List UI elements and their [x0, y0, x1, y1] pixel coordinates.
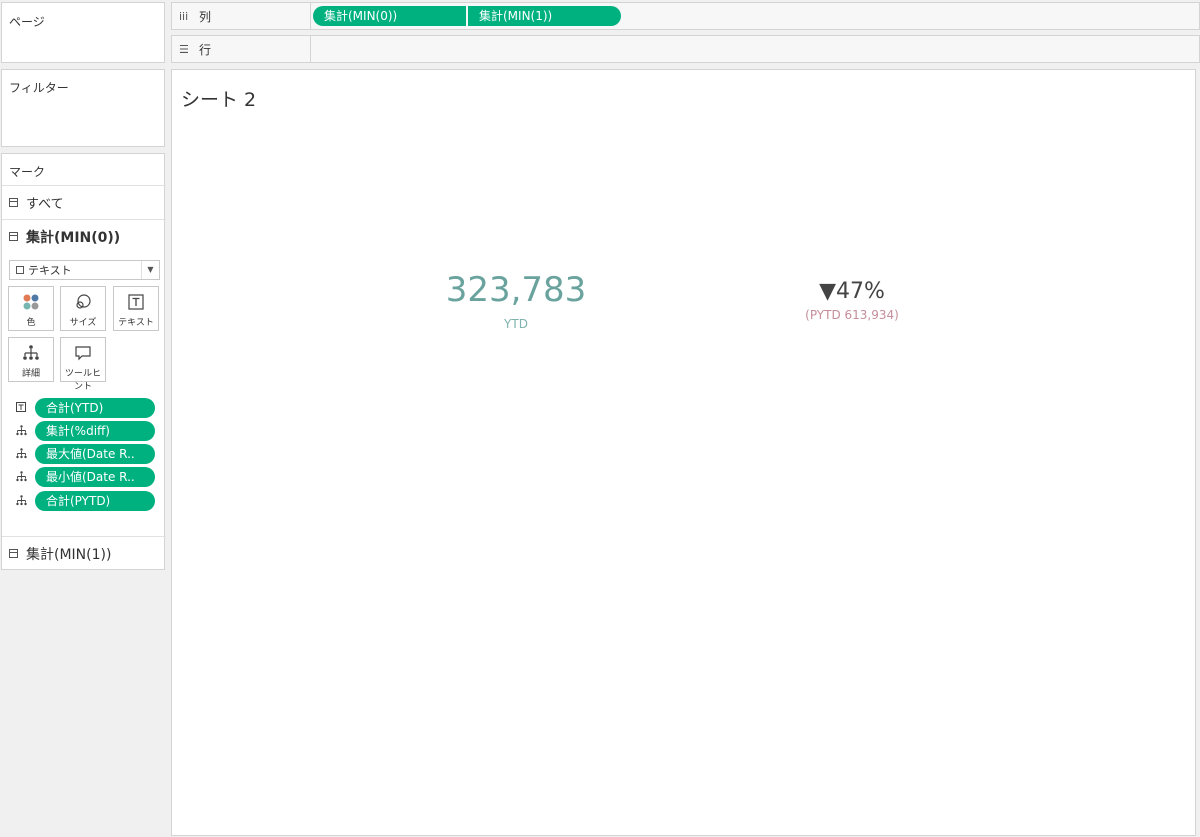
- text-button[interactable]: テキスト: [113, 286, 159, 331]
- marks-all-row[interactable]: すべて: [2, 185, 166, 219]
- detail-icon: [23, 345, 39, 360]
- marks-second-icon: [9, 549, 18, 558]
- detail-icon: [16, 495, 27, 506]
- detail-icon: [16, 425, 27, 436]
- rows-shelf[interactable]: ☰ 行: [171, 35, 1200, 63]
- rows-icon: ☰: [179, 42, 189, 56]
- detail-button[interactable]: 詳細: [8, 337, 54, 382]
- mark-type-icon: [16, 266, 24, 274]
- text-icon: [16, 402, 26, 412]
- sheet-canvas[interactable]: シート 2: [171, 69, 1196, 836]
- columns-label: 列: [199, 9, 212, 24]
- diff-value: ▼47%: [819, 279, 885, 304]
- chevron-down-icon[interactable]: ▼: [141, 261, 159, 279]
- marks-second-label: 集計(MIN(1)): [26, 546, 112, 563]
- marks-all-icon: [9, 198, 18, 207]
- field-pill-pytd[interactable]: 合計(PYTD): [35, 491, 155, 511]
- rows-label: 行: [199, 42, 212, 57]
- mark-type-value: テキスト: [28, 264, 72, 277]
- columns-shelf[interactable]: iii 列 集計(MIN(0)) 集計(MIN(1)): [171, 2, 1200, 30]
- marks-active-icon: [9, 232, 18, 241]
- field-pill-ytd[interactable]: 合計(YTD): [35, 398, 155, 418]
- detail-icon: [16, 448, 27, 459]
- filters-card: フィルター: [1, 69, 165, 147]
- size-button-label: サイズ: [69, 318, 97, 328]
- marks-card: マーク すべて 集計(MIN(0)) テキスト ▼ 色 サイズ テキスト 詳細 …: [1, 153, 166, 570]
- sheet-title: シート 2: [181, 89, 257, 111]
- pytd-text: (PYTD 613,934): [805, 308, 899, 322]
- columns-icon: iii: [179, 9, 189, 23]
- marks-active-row[interactable]: 集計(MIN(0)): [2, 219, 166, 253]
- text-icon: [128, 294, 144, 310]
- pages-title: ページ: [9, 15, 45, 29]
- color-button[interactable]: 色: [8, 286, 54, 331]
- ytd-label: YTD: [504, 317, 528, 331]
- detail-button-label: 詳細: [21, 369, 40, 379]
- pages-card: ページ: [1, 2, 165, 63]
- field-pill-diff[interactable]: 集計(%diff): [35, 421, 155, 441]
- column-pill-min1[interactable]: 集計(MIN(1)): [468, 6, 621, 26]
- detail-icon: [16, 471, 27, 482]
- filters-title: フィルター: [9, 81, 69, 95]
- rows-shelf-label: ☰ 行: [172, 36, 311, 62]
- field-pill-max-date[interactable]: 最大値(Date R..: [35, 444, 155, 464]
- color-icon: [23, 294, 39, 310]
- mark-type-dropdown[interactable]: テキスト ▼: [9, 260, 160, 280]
- field-pill-min-date[interactable]: 最小値(Date R..: [35, 467, 155, 487]
- color-button-label: 色: [26, 318, 36, 328]
- text-button-label: テキスト: [118, 318, 154, 328]
- marks-active-label: 集計(MIN(0)): [26, 229, 121, 246]
- marks-second-row[interactable]: 集計(MIN(1)): [2, 536, 166, 570]
- size-button[interactable]: サイズ: [60, 286, 106, 331]
- tooltip-button-label: ツールヒント: [64, 369, 101, 392]
- columns-shelf-label: iii 列: [172, 3, 311, 29]
- marks-title: マーク: [9, 165, 46, 179]
- tooltip-button[interactable]: ツールヒント: [60, 337, 106, 392]
- ytd-value: 323,783: [445, 270, 587, 310]
- marks-all-label: すべて: [26, 197, 64, 212]
- tooltip-icon: [75, 346, 91, 361]
- size-icon: [76, 294, 91, 309]
- column-pill-min0[interactable]: 集計(MIN(0)): [313, 6, 466, 26]
